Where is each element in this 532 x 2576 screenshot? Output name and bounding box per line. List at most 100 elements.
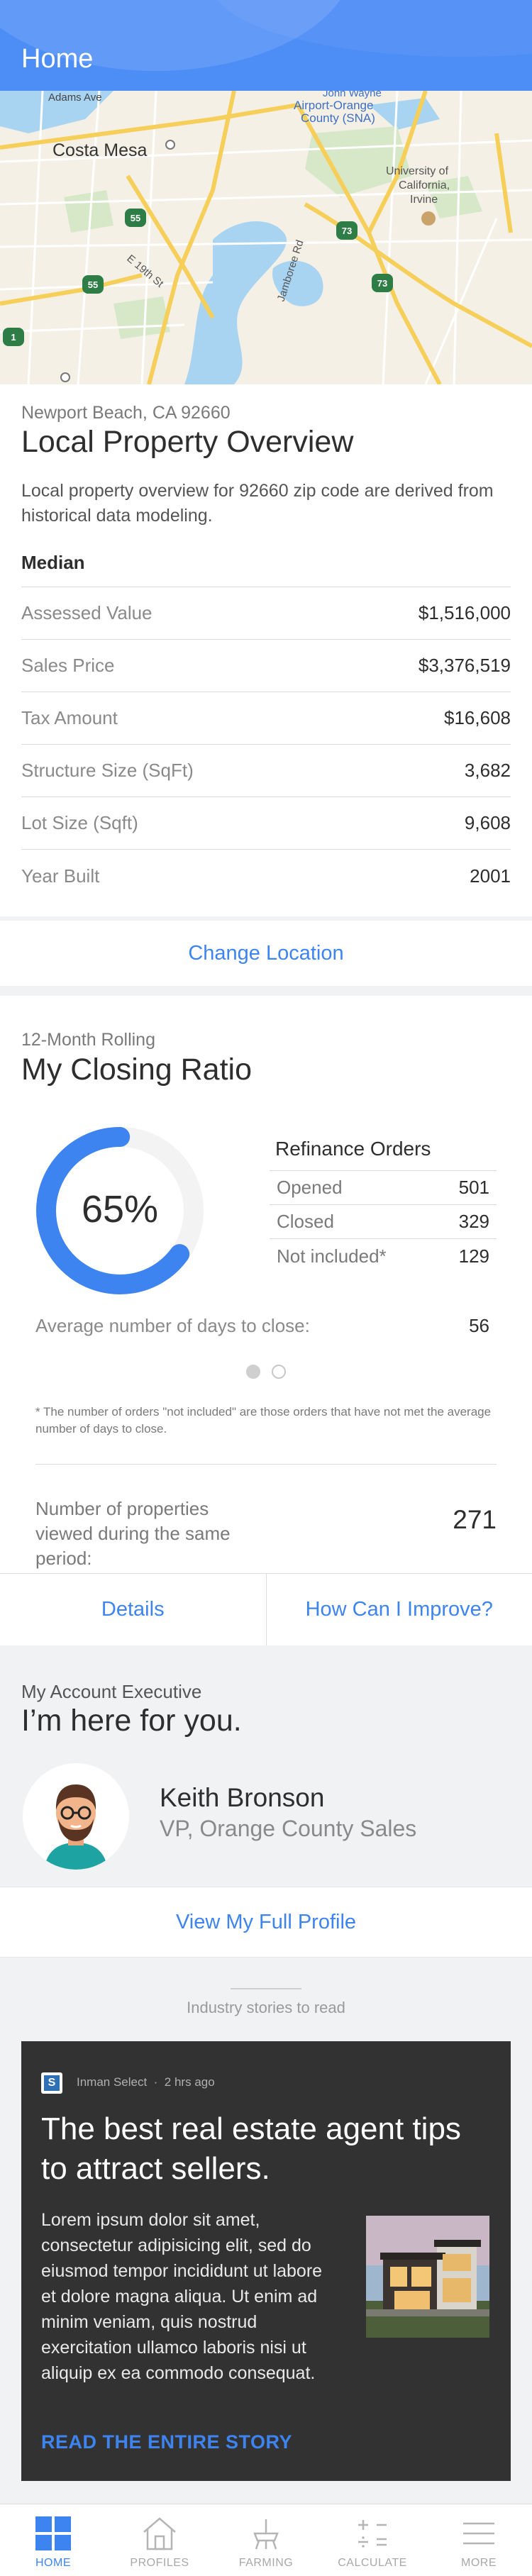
executive-title: I’m here for you. xyxy=(21,1704,242,1738)
median-row-value: $16,608 xyxy=(444,707,511,728)
tab-label: MORE xyxy=(461,2557,497,2569)
details-button[interactable]: Details xyxy=(0,1574,267,1645)
change-location-button[interactable]: Change Location xyxy=(0,921,532,986)
read-story-link[interactable]: READ THE ENTIRE STORY xyxy=(41,2431,292,2453)
closing-ratio-card: 12-Month Rolling My Closing Ratio 65% Re… xyxy=(0,996,532,1645)
tab-calculate[interactable]: CALCULATE xyxy=(319,2504,426,2576)
calculator-icon xyxy=(353,2516,392,2551)
refinance-row: Closed 329 xyxy=(270,1205,497,1239)
median-row: Lot Size (Sqft) 9,608 xyxy=(21,797,511,850)
median-row: Year Built 2001 xyxy=(21,850,511,902)
refinance-label: Closed xyxy=(277,1211,334,1232)
median-row: Structure Size (SqFt) 3,682 xyxy=(21,745,511,797)
location-label: Newport Beach, CA 92660 xyxy=(21,403,231,423)
map-label-university-2: California, xyxy=(399,179,450,191)
tab-farming[interactable]: FARMING xyxy=(213,2504,319,2576)
refinance-value: 501 xyxy=(458,1177,489,1198)
median-row-label: Lot Size (Sqft) xyxy=(21,812,138,833)
page-title: Home xyxy=(21,44,94,74)
highway-shield-73-b: 73 xyxy=(377,278,387,289)
median-table: Assessed Value $1,516,000 Sales Price $3,3… xyxy=(21,587,511,902)
median-row-value: $1,516,000 xyxy=(418,602,511,623)
divider xyxy=(231,1988,301,1989)
refinance-label: Not included* xyxy=(277,1245,387,1267)
pager-dots xyxy=(0,1365,532,1379)
median-row-value: $3,376,519 xyxy=(418,655,511,676)
closing-footnote: * The number of orders "not included" ar… xyxy=(35,1405,492,1436)
improve-button[interactable]: How Can I Improve? xyxy=(267,1574,532,1645)
story-time: 2 hrs ago xyxy=(164,2075,215,2089)
map-label-costa-mesa: Costa Mesa xyxy=(52,140,147,160)
app-header: Home xyxy=(0,0,532,91)
map-label-airport-2: Airport-Orange xyxy=(294,99,373,112)
median-row: Sales Price $3,376,519 xyxy=(21,640,511,692)
menu-icon xyxy=(460,2516,498,2551)
tab-label: HOME xyxy=(35,2557,71,2569)
pager-dot-active[interactable] xyxy=(246,1365,260,1379)
property-overview-card: Newport Beach, CA 92660 Local Property O… xyxy=(0,384,532,916)
refinance-table: Opened 501 Closed 329 Not included* 129 xyxy=(270,1170,497,1273)
pager-dot[interactable] xyxy=(272,1365,286,1379)
map-label-adams-ave: Adams Ave xyxy=(48,91,102,104)
map-label-university-3: Irvine xyxy=(410,194,438,206)
properties-viewed-label: Number of properties viewed during the s… xyxy=(35,1498,231,1569)
tab-profiles[interactable]: PROFILES xyxy=(106,2504,213,2576)
refinance-title: Refinance Orders xyxy=(275,1138,431,1160)
closing-percent: 65% xyxy=(81,1188,159,1231)
refinance-value: 129 xyxy=(458,1245,489,1267)
story-image xyxy=(366,2216,489,2338)
average-days-value: 56 xyxy=(469,1315,489,1336)
average-days-row: Average number of days to close: 56 xyxy=(35,1315,489,1337)
median-row: Assessed Value $1,516,000 xyxy=(21,587,511,640)
home-grid-icon xyxy=(34,2516,72,2551)
refinance-value: 329 xyxy=(458,1211,489,1232)
median-row-label: Structure Size (SqFt) xyxy=(21,760,194,781)
median-row-value: 2001 xyxy=(470,865,511,887)
story-body: Lorem ipsum dolor sit amet, consectetur … xyxy=(41,2210,323,2383)
source-logo-icon: S xyxy=(41,2072,62,2094)
location-map[interactable]: Adams Ave Costa Mesa John Wayne Airport-… xyxy=(0,91,532,384)
bottom-tab-bar: HOME PROFILES FARMING CALCULATE MORE xyxy=(0,2504,532,2576)
house-icon xyxy=(140,2516,179,2551)
account-executive-section: My Account Executive I’m here for you. K… xyxy=(0,1658,532,1887)
median-row-value: 3,682 xyxy=(464,760,511,781)
overview-description: Local property overview for 92660 zip co… xyxy=(21,481,494,526)
avatar[interactable] xyxy=(23,1763,129,1870)
tab-home[interactable]: HOME xyxy=(0,2504,106,2576)
refinance-row: Not included* 129 xyxy=(270,1239,497,1273)
tab-label: FARMING xyxy=(238,2557,294,2569)
story-title: The best real estate agent tips to attra… xyxy=(41,2111,461,2186)
properties-viewed-value: 271 xyxy=(453,1505,497,1534)
tab-label: CALCULATE xyxy=(338,2557,407,2569)
farming-icon xyxy=(247,2516,285,2551)
executive-name: Keith Bronson xyxy=(160,1783,325,1812)
median-row-label: Year Built xyxy=(21,865,100,887)
median-row-label: Tax Amount xyxy=(21,707,118,728)
map-label-university-1: University of xyxy=(386,165,449,177)
overview-title: Local Property Overview xyxy=(21,425,354,459)
map-label-airport-3: County (SNA) xyxy=(301,111,375,125)
story-card[interactable]: S Inman Select · 2 hrs ago The best real… xyxy=(21,2041,511,2481)
executive-subtitle: My Account Executive xyxy=(21,1681,202,1702)
highway-shield-55-b: 55 xyxy=(88,279,98,290)
median-row: Tax Amount $16,608 xyxy=(21,692,511,745)
median-row-label: Assessed Value xyxy=(21,602,153,623)
closing-subtitle: 12-Month Rolling xyxy=(21,1030,155,1050)
refinance-row: Opened 501 xyxy=(270,1171,497,1205)
highway-shield-55-a: 55 xyxy=(131,213,140,223)
median-row-value: 9,608 xyxy=(464,812,511,833)
highway-shield-1: 1 xyxy=(11,332,16,343)
refinance-label: Opened xyxy=(277,1177,343,1198)
divider xyxy=(35,1464,497,1465)
tab-more[interactable]: MORE xyxy=(426,2504,532,2576)
story-source: Inman Select xyxy=(77,2075,148,2089)
median-heading: Median xyxy=(21,552,85,573)
story-meta: Inman Select · 2 hrs ago xyxy=(77,2075,215,2089)
industry-heading: Industry stories to read xyxy=(187,1999,345,2016)
closing-actions: Details How Can I Improve? xyxy=(0,1573,532,1645)
closing-title: My Closing Ratio xyxy=(21,1053,252,1087)
tab-label: PROFILES xyxy=(130,2557,189,2569)
average-days-label: Average number of days to close: xyxy=(35,1315,310,1336)
view-profile-button[interactable]: View My Full Profile xyxy=(0,1887,532,1958)
executive-role: VP, Orange County Sales xyxy=(160,1816,417,1841)
